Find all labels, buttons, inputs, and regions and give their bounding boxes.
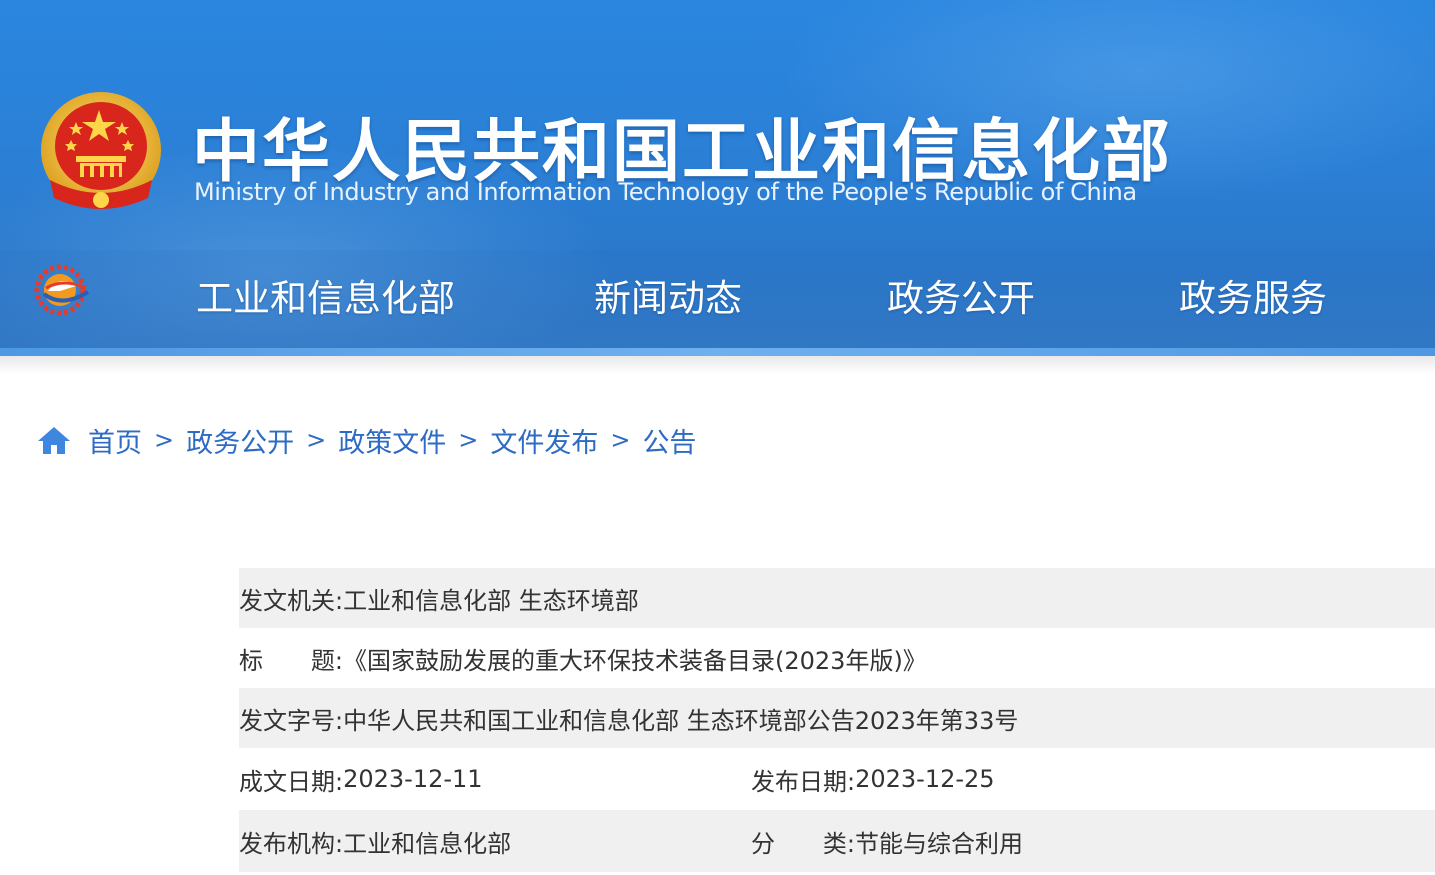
category-label-a: 分 xyxy=(751,829,775,858)
breadcrumb-separator: > xyxy=(154,426,175,454)
title-value: 《国家鼓励发展的重大环保技术装备目录(2023年版)》 xyxy=(343,646,927,675)
breadcrumb: 首页 > 政务公开 > 政策文件 > 文件发布 > 公告 xyxy=(36,420,696,460)
issuing-authority-label: 发文机关: xyxy=(239,586,344,615)
nav-item-gov-services[interactable]: 政务服务 xyxy=(1179,268,1327,322)
nav-item-miit[interactable]: 工业和信息化部 xyxy=(196,268,455,322)
info-row-dates: 成文日期: 2023-12-11 发布日期: 2023-12-25 xyxy=(239,748,1435,810)
site-title-en: Ministry of Industry and Information Tec… xyxy=(194,178,1137,206)
category-value: 节能与综合利用 xyxy=(855,829,1023,858)
breadcrumb-separator: > xyxy=(306,426,327,454)
title-label-a: 标 xyxy=(239,646,263,675)
document-number-label: 发文字号: xyxy=(239,706,344,735)
title-label: 标 题: xyxy=(239,641,343,676)
breadcrumb-home[interactable]: 首页 xyxy=(88,421,142,460)
info-row-document-number: 发文字号: 中华人民共和国工业和信息化部 生态环境部公告2023年第33号 xyxy=(239,688,1435,748)
publish-date-value: 2023-12-25 xyxy=(855,765,995,793)
site-header: 中华人民共和国工业和信息化部 Ministry of Industry and … xyxy=(0,0,1435,356)
breadcrumb-policy-docs[interactable]: 政策文件 xyxy=(338,421,446,460)
header-bottom-line xyxy=(0,348,1435,356)
breadcrumb-announcement[interactable]: 公告 xyxy=(642,421,696,460)
nav-item-news[interactable]: 新闻动态 xyxy=(594,268,742,322)
info-row-title: 标 题: 《国家鼓励发展的重大环保技术装备目录(2023年版)》 xyxy=(239,628,1435,688)
breadcrumb-separator: > xyxy=(458,426,479,454)
publishing-org-cell: 发布机构: 工业和信息化部 xyxy=(239,824,751,859)
category-label-b: 类: xyxy=(822,829,855,858)
issuing-authority-value: 工业和信息化部 生态环境部 xyxy=(343,586,639,615)
breadcrumb-separator: > xyxy=(610,426,631,454)
written-date-cell: 成文日期: 2023-12-11 xyxy=(239,762,751,797)
title-label-b: 题: xyxy=(310,646,343,675)
publishing-org-label: 发布机构: xyxy=(239,829,344,858)
home-icon[interactable] xyxy=(36,424,72,456)
header-shadow xyxy=(0,356,1435,374)
breadcrumb-doc-release[interactable]: 文件发布 xyxy=(490,421,598,460)
miit-logo-icon[interactable] xyxy=(32,264,92,316)
breadcrumb-gov-affairs[interactable]: 政务公开 xyxy=(186,421,294,460)
category-label: 分 类: xyxy=(751,824,855,859)
info-row-issuing-authority: 发文机关: 工业和信息化部 生态环境部 xyxy=(239,568,1435,628)
info-row-org-category: 发布机构: 工业和信息化部 分 类: 节能与综合利用 xyxy=(239,810,1435,872)
document-number-value: 中华人民共和国工业和信息化部 生态环境部公告2023年第33号 xyxy=(343,706,1019,735)
category-cell: 分 类: 节能与综合利用 xyxy=(751,824,1023,859)
publish-date-label: 发布日期: xyxy=(751,767,856,796)
publish-date-cell: 发布日期: 2023-12-25 xyxy=(751,762,995,797)
document-info-table: 发文机关: 工业和信息化部 生态环境部 标 题: 《国家鼓励发展的重大环保技术装… xyxy=(239,568,1435,872)
written-date-label: 成文日期: xyxy=(239,767,344,796)
nav-item-gov-affairs[interactable]: 政务公开 xyxy=(887,268,1035,322)
written-date-value: 2023-12-11 xyxy=(343,765,483,793)
national-emblem-icon[interactable] xyxy=(38,88,164,218)
publishing-org-value: 工业和信息化部 xyxy=(343,829,512,858)
